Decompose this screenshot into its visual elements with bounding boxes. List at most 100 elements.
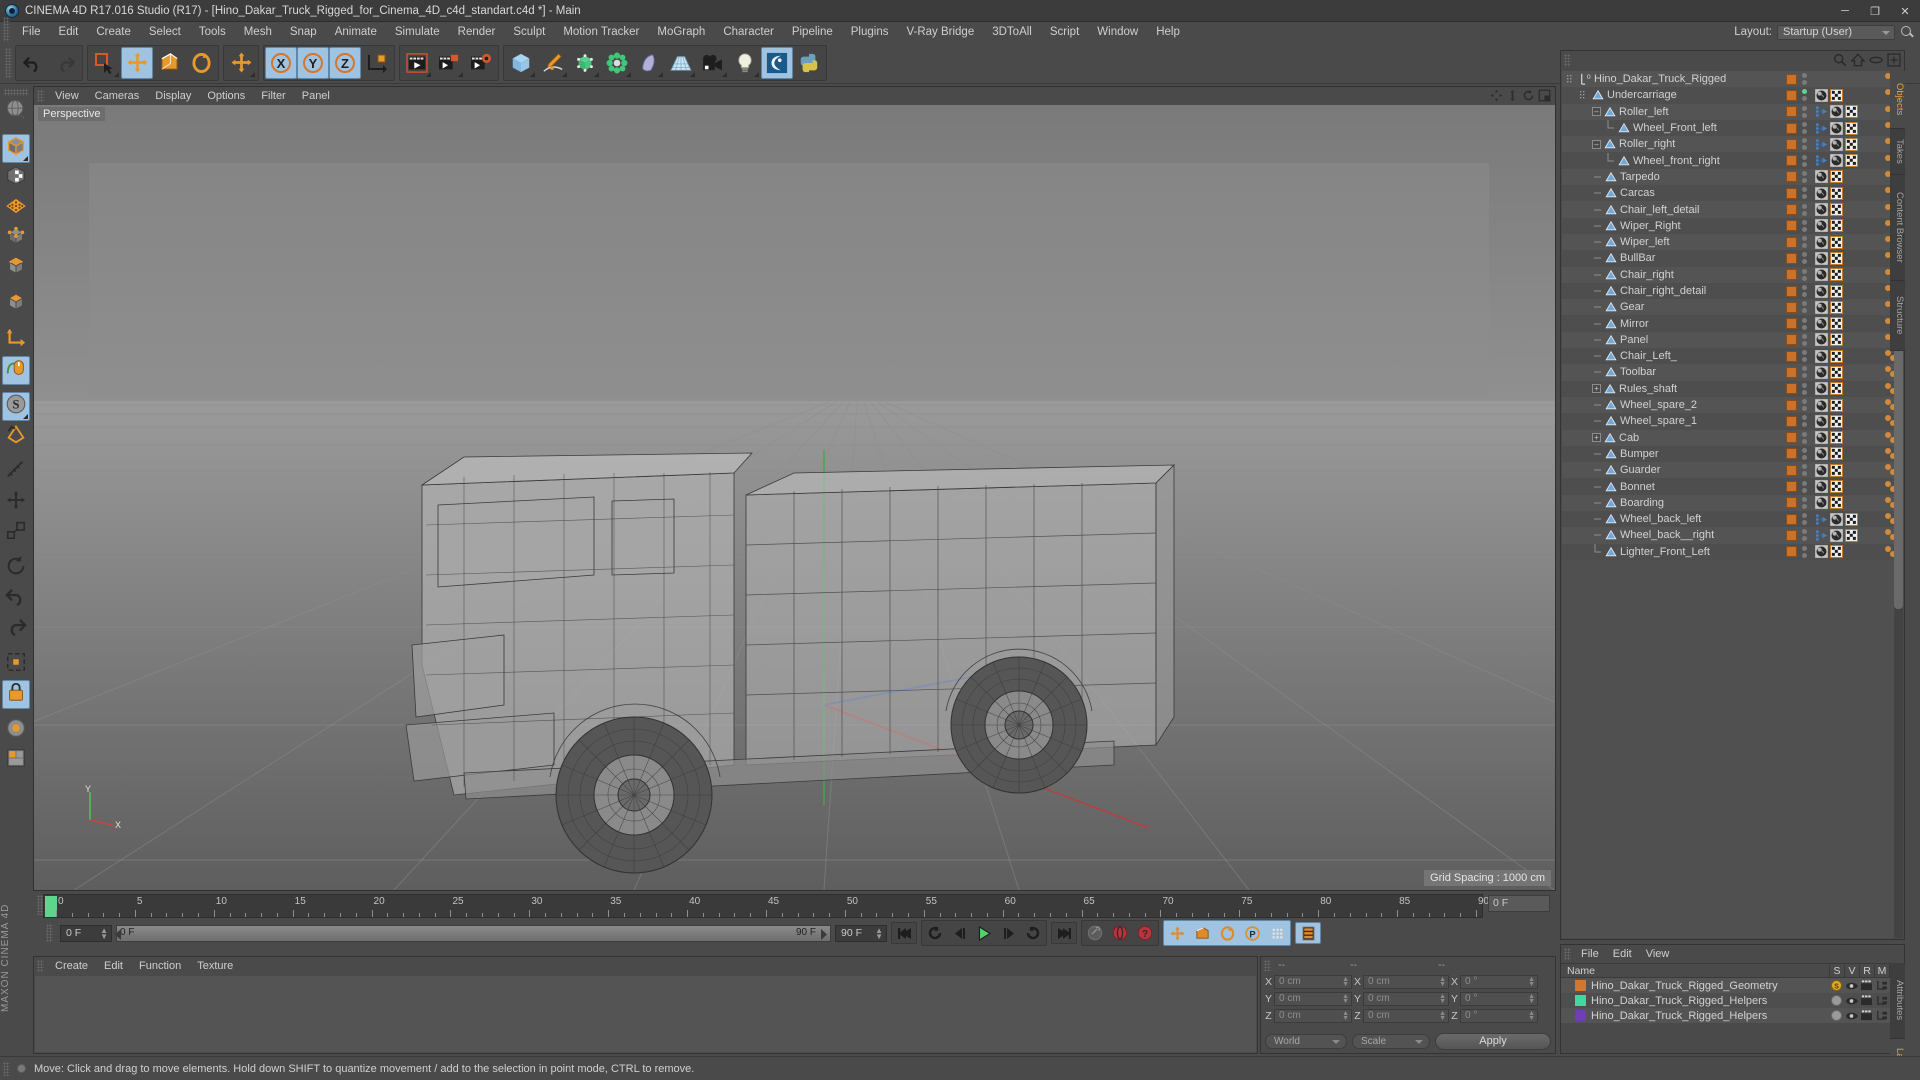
record-rotation-button[interactable] [1215, 922, 1239, 944]
spinner-arrows-icon[interactable]: ▲ ▼ [1342, 976, 1349, 988]
measure-button[interactable] [2, 458, 30, 487]
layer-color-swatch[interactable] [1786, 236, 1797, 248]
spinner-arrows-icon[interactable]: ▲ ▼ [1439, 1010, 1446, 1022]
record-position-button[interactable] [1165, 922, 1189, 944]
uv-tag-icon[interactable] [1829, 219, 1844, 233]
material-tag-icon[interactable] [1814, 479, 1829, 494]
object-row[interactable]: Gear [1562, 299, 1903, 316]
pan-view-icon[interactable] [1490, 89, 1503, 102]
viewport-grip-icon[interactable] [37, 90, 44, 102]
xpresso-tag-icon[interactable] [1815, 513, 1828, 526]
uv-tag-icon[interactable] [1844, 105, 1859, 119]
object-tree[interactable]: 0 Hino_Dakar_Truck_Rigged Undercarriage – Ro… [1562, 71, 1903, 938]
uv-tag-icon[interactable] [1844, 137, 1859, 151]
layer-color-swatch[interactable] [1786, 138, 1797, 150]
expand-corner-icon[interactable] [658, 71, 663, 77]
layer-color-swatch[interactable] [1786, 285, 1797, 297]
uv-tag-icon[interactable] [1829, 251, 1844, 265]
collapse-icon[interactable]: – [1592, 107, 1601, 117]
left-toolbar-grip-icon[interactable] [4, 89, 28, 96]
menu-plugins[interactable]: Plugins [842, 22, 898, 42]
layer-color-swatch[interactable] [1575, 1010, 1586, 1021]
record-scale-button[interactable] [1190, 922, 1214, 944]
layer-row[interactable]: Hino_Dakar_Truck_Rigged_Helpers [1561, 1008, 1904, 1023]
xpresso-tag-icon[interactable] [1815, 122, 1828, 135]
material-tag-icon[interactable] [1814, 88, 1829, 103]
uv-tag-icon[interactable] [1829, 300, 1844, 314]
xpresso-tag-icon[interactable] [1815, 154, 1828, 167]
scale-tool-button[interactable] [153, 47, 185, 79]
solo-toggle[interactable] [1829, 1008, 1844, 1023]
menu-simulate[interactable]: Simulate [386, 22, 449, 42]
material-tag-icon[interactable] [1814, 284, 1829, 298]
xpresso-tag-icon[interactable] [1815, 138, 1828, 151]
move-axis-button[interactable] [2, 488, 30, 517]
spinner-arrows-icon[interactable]: ▲ ▼ [1342, 993, 1349, 1005]
expand-corner-icon[interactable] [722, 71, 727, 77]
material-tag-icon[interactable] [1814, 398, 1829, 412]
scale-axis-button[interactable] [2, 518, 30, 547]
record-parameter-button[interactable]: P [1240, 922, 1264, 944]
start-frame-field[interactable]: 0 F ▲ ▼ [60, 924, 112, 942]
visibility-dots[interactable] [1802, 203, 1807, 216]
visibility-dots[interactable] [1802, 415, 1807, 428]
side-tab-objects[interactable]: Objects [1890, 71, 1905, 129]
layer-color-swatch[interactable] [1786, 399, 1797, 411]
lock-selection-button[interactable] [2, 680, 30, 709]
status-grip-icon[interactable] [3, 1061, 10, 1076]
menu-character[interactable]: Character [714, 22, 783, 42]
rotate-axis-button[interactable] [2, 554, 30, 583]
material-tag-icon[interactable] [1814, 235, 1829, 249]
object-row[interactable]: Panel [1562, 331, 1903, 349]
expand-corner-icon[interactable] [754, 71, 759, 77]
menu-window[interactable]: Window [1088, 22, 1147, 42]
visibility-dots[interactable] [1802, 219, 1807, 232]
timeline-ruler[interactable]: 0 5 10 15 20 25 30 35 40 45 50 55 60 65 70 75 80 85 90 [43, 894, 1489, 918]
add-cube-button[interactable] [505, 47, 537, 79]
lock-z-button[interactable]: Z [329, 46, 361, 79]
manager-toggle[interactable] [1874, 978, 1889, 993]
uv-tag-icon[interactable] [1829, 447, 1844, 461]
layer-color-swatch[interactable] [1786, 220, 1797, 232]
search-icon[interactable] [1900, 25, 1914, 39]
menu-pipeline[interactable]: Pipeline [783, 22, 842, 42]
material-tag-icon[interactable] [1814, 496, 1829, 510]
rotate-view-icon[interactable] [1522, 89, 1535, 102]
rotation-x-field[interactable]: 0 ° ▲ ▼ [1460, 975, 1538, 989]
visibility-dots[interactable] [1802, 333, 1807, 346]
ellipse-icon[interactable] [1869, 53, 1883, 67]
play-forward-button[interactable] [971, 922, 997, 944]
object-row[interactable]: Chair_left_detail [1562, 201, 1903, 218]
render-settings-button[interactable] [465, 47, 497, 79]
layer-color-swatch[interactable] [1786, 350, 1797, 362]
layer-color-swatch[interactable] [1575, 995, 1586, 1006]
material-tag-icon[interactable] [1814, 414, 1829, 429]
layer-color-swatch[interactable] [1575, 980, 1586, 991]
layer-color-swatch[interactable] [1786, 171, 1797, 183]
spinner-arrows-icon[interactable]: ▲ ▼ [1528, 993, 1535, 1005]
rotation-y-field[interactable]: 0 ° ▲ ▼ [1460, 992, 1538, 1006]
uv-tag-icon[interactable] [1829, 545, 1844, 559]
layer-color-swatch[interactable] [1786, 546, 1797, 558]
minimize-button[interactable]: ─ [1830, 0, 1860, 22]
material-tag-icon[interactable] [1814, 447, 1829, 461]
layer-color-swatch[interactable] [1786, 187, 1797, 199]
object-row[interactable]: Wheel_back_left [1562, 511, 1903, 528]
layer-manager-grip-icon[interactable] [1564, 948, 1571, 960]
visibility-dots[interactable] [1802, 236, 1807, 249]
size-x-field[interactable]: 0 cm ▲ ▼ [1363, 975, 1449, 989]
close-button[interactable]: ✕ [1890, 0, 1920, 22]
object-row[interactable]: Mirror [1562, 315, 1903, 332]
size-mode-dropdown[interactable]: Scale [1352, 1034, 1430, 1049]
object-manager-grip-icon[interactable] [1564, 54, 1571, 67]
material-tag-icon[interactable] [1829, 528, 1844, 543]
uv-tag-icon[interactable] [1829, 496, 1844, 510]
visibility-dots[interactable] [1802, 529, 1807, 542]
material-tag-icon[interactable] [1814, 251, 1829, 266]
polygon-mode-button[interactable] [2, 194, 30, 223]
menu-render[interactable]: Render [449, 22, 505, 42]
layer-color-swatch[interactable] [1786, 318, 1797, 330]
render-to-picture-viewer-button[interactable] [433, 47, 465, 79]
object-row[interactable]: BullBar [1562, 250, 1903, 267]
face-mode-button[interactable] [2, 290, 30, 319]
